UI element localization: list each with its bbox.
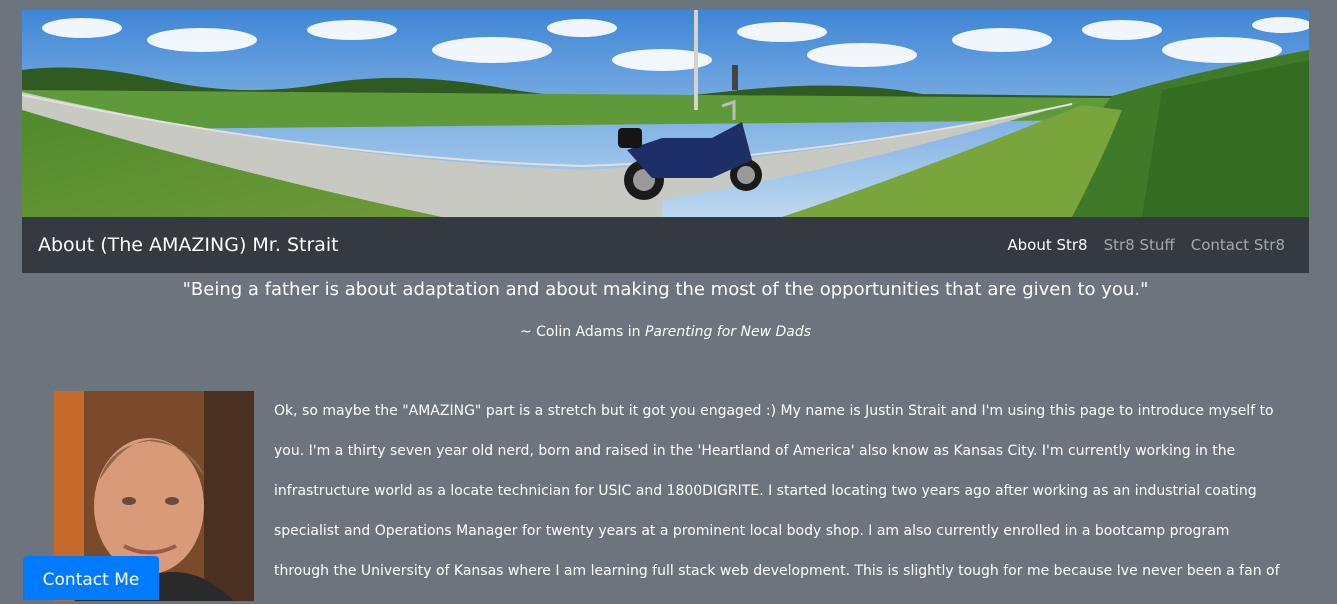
attribution-source: Parenting for New Dads	[644, 324, 812, 340]
nav-link-contact[interactable]: Contact Str8	[1191, 236, 1285, 254]
banner-landscape-illustration	[22, 10, 1309, 217]
header-banner-image	[22, 10, 1309, 217]
nav-link-stuff[interactable]: Str8 Stuff	[1104, 236, 1175, 254]
top-navbar: About (The AMAZING) Mr. Strait About Str…	[22, 217, 1309, 273]
contact-me-button[interactable]: Contact Me	[23, 556, 159, 600]
attribution-prefix: ~ Colin Adams in	[519, 324, 645, 340]
featured-quote: "Being a father is about adaptation and …	[182, 279, 1149, 300]
navbar-brand[interactable]: About (The AMAZING) Mr. Strait	[38, 217, 339, 273]
bio-paragraph: Ok, so maybe the "AMAZING" part is a str…	[274, 403, 1280, 579]
quote-attribution: ~ Colin Adams in Parenting for New Dads	[22, 321, 1309, 343]
nav-links: About Str8 Str8 Stuff Contact Str8	[1007, 217, 1285, 273]
nav-link-about[interactable]: About Str8	[1007, 236, 1087, 254]
